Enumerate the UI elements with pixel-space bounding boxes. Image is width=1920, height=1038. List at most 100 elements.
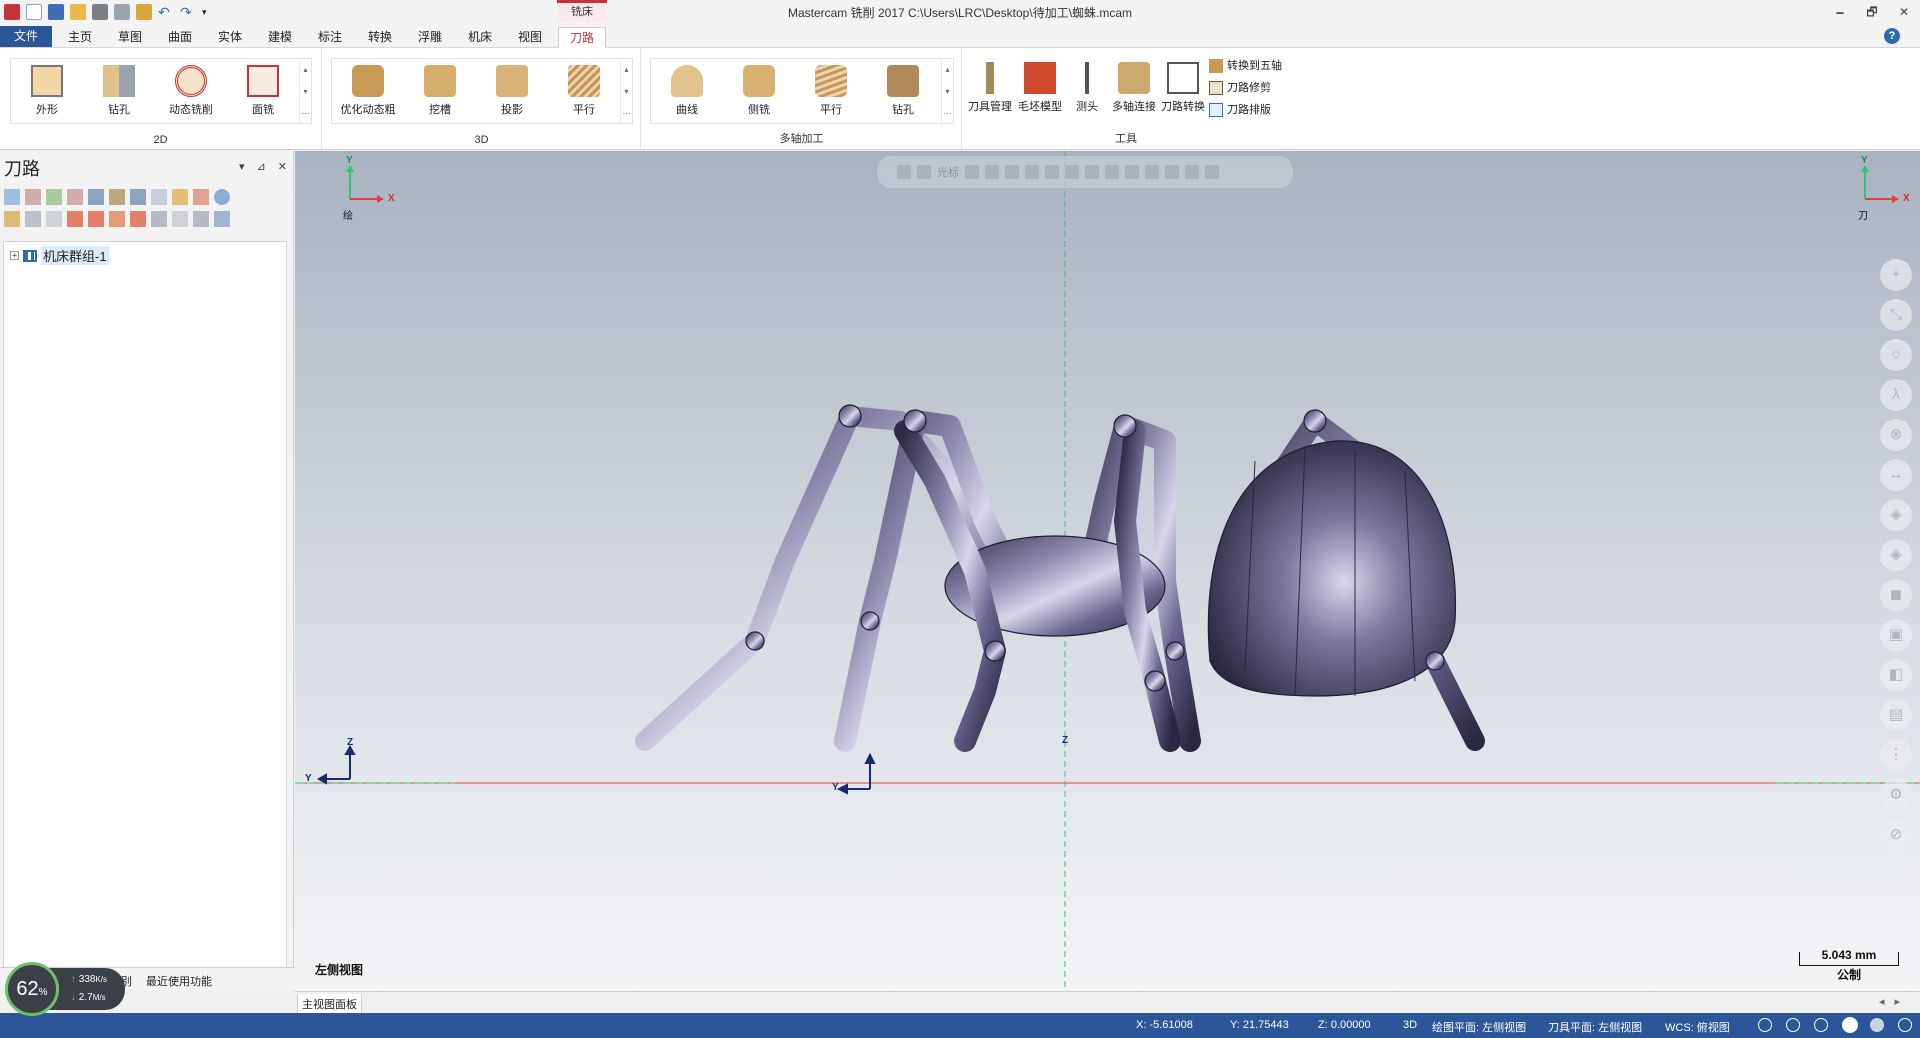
tab-surfaces[interactable]: 曲面 — [166, 27, 194, 48]
status-cplane[interactable]: 绘图平面: 左侧视图 — [1432, 1019, 1526, 1035]
viewsheet-scroll-icons[interactable]: ◂▸ — [1879, 995, 1910, 1008]
grid-icon[interactable]: ⋮ — [1880, 739, 1912, 771]
new-file-icon[interactable] — [26, 4, 42, 20]
g1-icon[interactable] — [151, 189, 167, 205]
panel-pin-icon[interactable]: ⊿ — [257, 160, 266, 173]
restore-button[interactable]: 🗗 — [1856, 0, 1888, 24]
verify-icon[interactable] — [109, 189, 125, 205]
unzoom-icon[interactable]: ⤡ — [1880, 299, 1912, 331]
project-button[interactable]: 投影 — [480, 59, 544, 125]
tree-item-machine-group[interactable]: + 机床群组-1 — [10, 246, 109, 265]
stock-model-button[interactable]: 毛坯模型 — [1015, 56, 1065, 122]
select-chain-icon[interactable] — [1025, 165, 1039, 179]
cursor-mode-label[interactable]: 光标 — [937, 164, 959, 180]
multiaxis-linking-button[interactable]: 多轴连接 — [1109, 56, 1159, 122]
tab-drafting[interactable]: 标注 — [316, 27, 344, 48]
highfeed-icon[interactable] — [193, 189, 209, 205]
settings-small-icon[interactable] — [985, 165, 999, 179]
select-window-icon[interactable] — [1045, 165, 1059, 179]
panel-dropdown-icon[interactable]: ▾ — [239, 160, 245, 173]
network-monitor-widget[interactable]: ↑ 338K/s ↓ 2.7M/s 62% — [5, 962, 125, 1016]
tag2-icon[interactable]: ◈ — [1880, 539, 1912, 571]
select-face-icon[interactable] — [1105, 165, 1119, 179]
status-tplane[interactable]: 刀具平面: 左侧视图 — [1548, 1019, 1642, 1035]
tab-machine[interactable]: 机床 — [466, 27, 494, 48]
tab-transform[interactable]: 转换 — [366, 27, 394, 48]
undo-icon[interactable]: ↶ — [158, 4, 174, 20]
post-icon[interactable] — [172, 189, 188, 205]
gallery-multiaxis-scroller[interactable]: ▴ ▾ ⋯ — [941, 59, 953, 125]
globe-3-icon[interactable] — [1814, 1018, 1828, 1032]
viewsheet-tab-main[interactable]: 主视图面板 — [297, 994, 362, 1015]
regenerate-dirty-icon[interactable] — [67, 189, 83, 205]
tab-file[interactable]: 文件 — [0, 26, 52, 47]
solid-icon[interactable]: ▣ — [1880, 619, 1912, 651]
print-preview-icon[interactable] — [114, 4, 130, 20]
zoom-in-icon[interactable]: + — [1880, 259, 1912, 291]
settings-icon[interactable]: ⚙ — [1880, 779, 1912, 811]
tab-sketch[interactable]: 草图 — [116, 27, 144, 48]
minimize-button[interactable]: 🗕 — [1824, 0, 1856, 24]
app-logo-icon[interactable] — [4, 4, 20, 20]
status-3d-toggle[interactable]: 3D — [1403, 1019, 1417, 1031]
translucency-icon[interactable] — [1898, 1018, 1912, 1032]
wireframe-mode-icon[interactable] — [1870, 1018, 1884, 1032]
toggle-post-icon[interactable] — [46, 211, 62, 227]
show-only-icon[interactable] — [172, 211, 188, 227]
simulate-icon[interactable] — [130, 189, 146, 205]
status-wcs[interactable]: WCS: 俯视图 — [1665, 1019, 1730, 1035]
drill-button[interactable]: 钻孔 — [87, 59, 151, 125]
globe-icon[interactable] — [1758, 1018, 1772, 1032]
backplot-icon[interactable] — [88, 189, 104, 205]
grid-select-icon[interactable] — [1145, 165, 1159, 179]
lock-icon[interactable] — [4, 211, 20, 227]
save-icon[interactable] — [48, 4, 64, 20]
tab-home[interactable]: 主页 — [66, 27, 94, 48]
gallery-3d-scroller[interactable]: ▴ ▾ ⋯ — [620, 59, 632, 125]
toolpath-filter-icon[interactable] — [193, 211, 209, 227]
dynamic-mill-button[interactable]: 动态铣削 — [159, 59, 223, 125]
toolpath-transform-button[interactable]: 刀路转换 — [1159, 56, 1207, 122]
convert-to-5axis-button[interactable]: 转换到五轴 — [1209, 56, 1282, 76]
rotate-icon[interactable]: ⊗ — [1880, 419, 1912, 451]
tab-model-prep[interactable]: 建模 — [266, 27, 294, 48]
swarf-button[interactable]: 侧铣 — [727, 59, 791, 125]
panel-close-icon[interactable]: ✕ — [278, 160, 287, 173]
shade-icon[interactable]: ◼ — [1880, 579, 1912, 611]
move-up-icon[interactable] — [88, 211, 104, 227]
measure-icon[interactable]: ↔ — [1880, 459, 1912, 491]
parallel-3d-button[interactable]: 平行 — [552, 59, 616, 125]
drill-multiaxis-button[interactable]: 钻孔 — [871, 59, 935, 125]
tab-solids[interactable]: 实体 — [216, 27, 244, 48]
refresh-icon[interactable] — [1205, 165, 1219, 179]
folder-icon[interactable] — [136, 4, 152, 20]
cancel-icon[interactable]: ⊘ — [1880, 819, 1912, 851]
shading-mode-icon[interactable] — [1842, 1017, 1858, 1033]
nesting-button[interactable]: 刀路排版 — [1209, 100, 1271, 120]
probe-button[interactable]: 测头 — [1067, 56, 1107, 122]
curve-icon[interactable]: λ — [1880, 379, 1912, 411]
select-body-icon[interactable] — [1125, 165, 1139, 179]
open-folder-icon[interactable] — [70, 4, 86, 20]
face-mill-button[interactable]: 面铣 — [231, 59, 295, 125]
deselect-icon[interactable] — [25, 189, 41, 205]
optirough-button[interactable]: 优化动态粗 — [336, 59, 400, 125]
show-selected-icon[interactable] — [151, 211, 167, 227]
parallel-multiaxis-button[interactable]: 平行 — [799, 59, 863, 125]
clipboard-icon[interactable]: ▤ — [1880, 699, 1912, 731]
select-solid-icon[interactable] — [1085, 165, 1099, 179]
close-button[interactable]: ✕ — [1888, 0, 1920, 24]
select-polygon-icon[interactable] — [1065, 165, 1079, 179]
scroll-arrows-icon[interactable] — [130, 211, 146, 227]
curve-5ax-button[interactable]: 曲线 — [655, 59, 719, 125]
redo-icon[interactable]: ↷ — [180, 4, 196, 20]
print-icon[interactable] — [92, 4, 108, 20]
tag-icon[interactable]: ◈ — [1880, 499, 1912, 531]
regenerate-icon[interactable] — [46, 189, 62, 205]
move-down-icon[interactable] — [67, 211, 83, 227]
gallery-2d-scroller[interactable]: ▴ ▾ ⋯ — [299, 59, 311, 125]
cursor-icon[interactable] — [917, 165, 931, 179]
select-all-icon[interactable] — [4, 189, 20, 205]
options-icon[interactable] — [214, 211, 230, 227]
tab-view[interactable]: 视图 — [516, 27, 544, 48]
